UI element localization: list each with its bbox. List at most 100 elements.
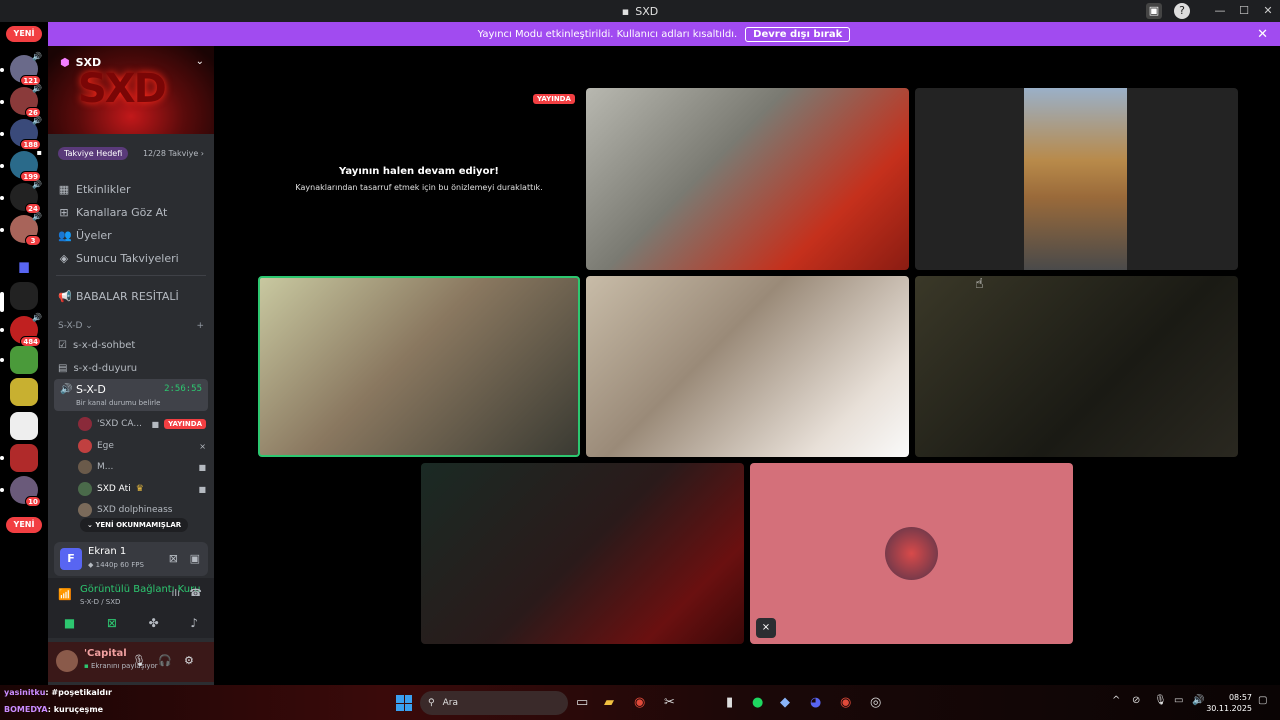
channel-duyuru[interactable]: ▤ s-x-d-duyuru bbox=[58, 363, 137, 374]
activities-icon[interactable]: ✤ bbox=[149, 616, 159, 630]
boost-goal[interactable]: Takviye Hedefi 12/28 Takviye › bbox=[48, 142, 214, 164]
channel-status: Bir kanal durumu belirle bbox=[76, 399, 161, 407]
voice-user[interactable]: M... ■ bbox=[78, 460, 206, 474]
discord-icon[interactable]: ◕ bbox=[810, 695, 821, 710]
audio-only-tile[interactable]: ⨯ bbox=[750, 463, 1073, 644]
user-status: ▪ Ekranını paylaşıyor bbox=[84, 662, 158, 670]
nav-events[interactable]: ▦ Etkinlikler bbox=[58, 183, 131, 196]
capcut-icon[interactable]: ✂ bbox=[664, 695, 675, 710]
voice-user[interactable]: SXD dolphineass bbox=[78, 503, 206, 517]
app-icon[interactable]: ▮ bbox=[726, 695, 733, 710]
video-tile[interactable] bbox=[586, 276, 909, 457]
camera-icon: ■ bbox=[198, 462, 206, 472]
app-icon[interactable]: ◆ bbox=[780, 695, 790, 710]
video-tile[interactable] bbox=[421, 463, 744, 644]
gear-icon[interactable]: ⚙ bbox=[184, 654, 194, 667]
server-icon-8[interactable] bbox=[10, 346, 38, 374]
app-tray-icon[interactable]: ⊘ bbox=[1132, 695, 1140, 706]
soundboard-icon[interactable]: ♪ bbox=[190, 616, 198, 630]
stream-quality: ◆ 1440p 60 FPS bbox=[88, 561, 144, 569]
voice-channel-active[interactable]: 🔊 S-X-D 2:56:55 Bir kanal durumu belirle bbox=[54, 379, 208, 411]
microphone-icon[interactable]: 🎙 bbox=[132, 654, 146, 667]
signal-icon[interactable]: 📶 bbox=[58, 588, 72, 601]
server-boost-icon: ⬢ bbox=[60, 56, 70, 69]
disconnect-icon[interactable]: ☎ bbox=[190, 588, 202, 599]
chevron-up-icon[interactable]: ^ bbox=[1112, 695, 1120, 706]
stream-name: Ekran 1 bbox=[88, 546, 127, 557]
chevron-down-icon[interactable]: ⌄ bbox=[196, 56, 204, 67]
server-header[interactable]: ⬢ SXD bbox=[60, 56, 101, 69]
server-icon-1[interactable]: 🔊 121 bbox=[10, 52, 42, 86]
chrome-icon[interactable]: ◉ bbox=[634, 695, 645, 710]
voice-user[interactable]: Ege ⨯ bbox=[78, 439, 206, 453]
microphone-icon[interactable]: 🎙 bbox=[1154, 695, 1167, 706]
screen-share-panel: F Ekran 1 ◆ 1440p 60 FPS ⊠ ▣ bbox=[54, 542, 208, 576]
add-channel-icon[interactable]: + bbox=[196, 321, 204, 331]
unread-jump-button[interactable]: ⌄ YENİ OKUNMAMIŞLAR bbox=[80, 518, 189, 532]
server-rail: YENİ 🔊 121 🔊 26 🔊 188 ▪ 199 🔊 24 🔊 3 ▆ 🔊 484 10… bbox=[0, 22, 48, 685]
obs-icon[interactable]: ◎ bbox=[870, 695, 881, 710]
server-icon-4[interactable]: ▪ 199 bbox=[10, 148, 42, 182]
server-icon-sxd[interactable] bbox=[10, 282, 38, 310]
channel-sidebar: SXD ⬢ SXD ⌄ Takviye Hedefi 12/28 Takviye… bbox=[48, 46, 214, 685]
avatar[interactable] bbox=[56, 650, 78, 672]
server-icon-3[interactable]: 🔊 188 bbox=[10, 116, 42, 150]
close-window-button[interactable]: ✕ bbox=[1256, 0, 1280, 22]
banner-message: Yayıncı Modu etkinleştirildi. Kullanıcı … bbox=[477, 28, 738, 40]
nav-members[interactable]: 👥 Üyeler bbox=[58, 229, 112, 242]
inbox-icon[interactable]: ▣ bbox=[1146, 3, 1162, 19]
server-banner-logo: SXD bbox=[78, 66, 167, 112]
close-banner-icon[interactable]: ✕ bbox=[1257, 27, 1268, 42]
stop-stream-icon[interactable]: ⊠ bbox=[169, 552, 178, 565]
file-explorer-icon[interactable]: ▰ bbox=[604, 695, 614, 710]
nav-server-boosts[interactable]: ◈ Sunucu Takviyeleri bbox=[58, 252, 179, 265]
chrome-icon[interactable]: ◉ bbox=[840, 695, 851, 710]
help-icon[interactable]: ? bbox=[1174, 3, 1190, 19]
paused-title: Yayının halen devam ediyor! bbox=[339, 166, 499, 177]
video-tile[interactable] bbox=[915, 88, 1238, 270]
server-icon-9[interactable] bbox=[10, 378, 38, 406]
voice-user[interactable]: 'SXD CA... ■ YAYINDA bbox=[78, 417, 206, 431]
stream-settings-icon[interactable]: ▣ bbox=[190, 552, 200, 565]
nav-browse-channels[interactable]: ⊞ Kanallara Göz At bbox=[58, 206, 167, 219]
video-tile[interactable] bbox=[586, 88, 909, 270]
server-icon-6[interactable]: 🔊 3 bbox=[10, 212, 42, 246]
notification-icon[interactable]: ▢ bbox=[1258, 695, 1267, 706]
stream-paused-tile[interactable]: Yayının halen devam ediyor! Kaynaklarınd… bbox=[258, 88, 580, 270]
voice-user[interactable]: SXD Ati ♛ ■ bbox=[78, 482, 206, 496]
folder-icon[interactable]: ▆ bbox=[10, 252, 38, 280]
volume-icon[interactable]: 🔊 bbox=[1192, 695, 1204, 706]
video-tile-speaking[interactable] bbox=[258, 276, 580, 457]
server-icon-2[interactable]: 🔊 26 bbox=[10, 84, 42, 118]
noise-suppression-icon[interactable]: ıIı bbox=[171, 588, 180, 599]
app-icon: ▪ bbox=[621, 4, 630, 18]
new-pill-bottom[interactable]: YENİ bbox=[6, 517, 42, 533]
channel-sohbet[interactable]: ☑ s-x-d-sohbet bbox=[58, 340, 135, 351]
server-icon-11[interactable] bbox=[10, 444, 38, 472]
taskbar: yasinitku: #poşetikaldır BOMEDYA: kuruçe… bbox=[0, 685, 1280, 720]
headphones-icon[interactable]: 🎧 bbox=[158, 654, 172, 667]
video-tile[interactable] bbox=[915, 276, 1238, 457]
server-icon-5[interactable]: 🔊 24 bbox=[10, 180, 42, 214]
username: 'Capital bbox=[84, 648, 127, 659]
spotify-icon[interactable]: ● bbox=[752, 695, 763, 710]
disable-streamer-mode-button[interactable]: Devre dışı bırak bbox=[745, 26, 851, 42]
clock[interactable]: 08:57 30.11.2025 bbox=[1206, 692, 1252, 714]
category-header[interactable]: S-X-D ⌄ + bbox=[58, 321, 204, 331]
screen-share-icon[interactable]: ⊠ bbox=[107, 616, 117, 630]
maximize-button[interactable]: ☐ bbox=[1232, 0, 1256, 22]
stage-channel[interactable]: 📢 BABALAR RESİTALİ bbox=[58, 290, 179, 303]
taskbar-search[interactable]: ⚲ Ara bbox=[420, 691, 568, 715]
network-icon[interactable]: ▭ bbox=[1174, 695, 1183, 706]
browse-channels-icon: ⊞ bbox=[59, 206, 69, 219]
camera-toggle-icon[interactable]: ■ bbox=[64, 616, 75, 630]
new-pill-top[interactable]: YENİ bbox=[6, 26, 42, 42]
task-view-icon[interactable]: ▭ bbox=[576, 695, 588, 710]
minimize-button[interactable]: — bbox=[1208, 0, 1232, 22]
server-icon-7[interactable]: 🔊 484 bbox=[10, 313, 42, 347]
start-button[interactable] bbox=[396, 695, 412, 711]
server-icon-12[interactable]: 10 bbox=[10, 476, 41, 507]
server-icon-10[interactable] bbox=[10, 412, 38, 440]
text-channel-icon: ☑ bbox=[58, 340, 67, 351]
search-icon: ⚲ bbox=[428, 698, 435, 708]
